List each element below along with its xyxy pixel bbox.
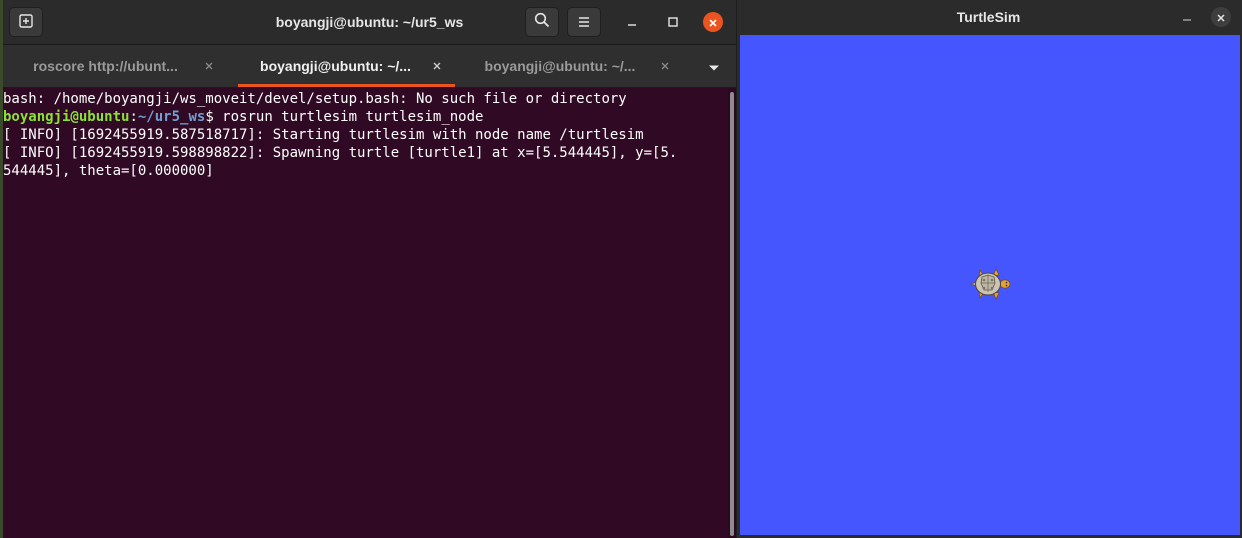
new-tab-button[interactable]: [9, 7, 43, 37]
search-icon: [534, 12, 550, 32]
maximize-icon: [667, 13, 679, 32]
terminal-output[interactable]: bash: /home/boyangji/ws_moveit/devel/set…: [3, 88, 728, 538]
minimize-icon: [1182, 8, 1192, 27]
turtlesim-minimize-button[interactable]: [1180, 10, 1194, 24]
menu-button[interactable]: [567, 7, 601, 37]
turtlesim-title: TurtleSim: [956, 9, 1021, 25]
terminal-scrollbar[interactable]: [728, 88, 736, 538]
terminal-header-bar: boyangji@ubuntu: ~/ur5_ws: [3, 0, 736, 45]
turtle-sprite: [966, 261, 1012, 307]
command-text: rosrun turtlesim turtlesim_node: [222, 109, 484, 125]
info-line: [ INFO] [1692455919.598898822]: Spawning…: [3, 145, 678, 161]
turtlesim-header-bar: TurtleSim: [737, 0, 1240, 34]
new-tab-icon: [19, 13, 33, 32]
chevron-down-icon: [708, 57, 720, 76]
search-button[interactable]: [525, 7, 559, 37]
prompt-line: boyangji@ubuntu:~/ur5_ws$ rosrun turtles…: [3, 108, 728, 126]
prompt-user: boyangji@ubuntu: [3, 109, 130, 125]
error-line: bash: /home/boyangji/ws_moveit/devel/set…: [3, 91, 627, 107]
tab-list-dropdown[interactable]: [706, 60, 722, 72]
info-line-wrap: 544445], theta=[0.000000]: [3, 163, 214, 179]
tab-close-icon[interactable]: [657, 58, 673, 74]
turtlesim-canvas[interactable]: [740, 35, 1240, 535]
terminal-title: boyangji@ubuntu: ~/ur5_ws: [275, 14, 464, 30]
close-icon: [1216, 8, 1226, 27]
tab-close-icon[interactable]: [201, 58, 217, 74]
tab-ur5-ws-active[interactable]: boyangji@ubuntu: ~/...: [238, 45, 455, 87]
hamburger-menu-icon: [577, 13, 591, 32]
turtlesim-window: TurtleSim: [737, 0, 1240, 538]
tab-label: boyangji@ubuntu: ~/...: [484, 58, 636, 74]
tab-third[interactable]: boyangji@ubuntu: ~/...: [455, 45, 685, 87]
terminal-tab-bar: roscore http://ubunt... boyangji@ubuntu:…: [3, 45, 736, 88]
turtlesim-close-button[interactable]: [1211, 7, 1231, 27]
tab-close-icon[interactable]: [429, 58, 445, 74]
info-line: [ INFO] [1692455919.587518717]: Starting…: [3, 127, 644, 143]
close-icon: [708, 13, 718, 32]
minimize-icon: [626, 13, 638, 32]
prompt-colon: :: [129, 109, 138, 125]
close-button[interactable]: [703, 12, 723, 32]
prompt-symbol: $: [205, 109, 223, 125]
terminal-window: boyangji@ubuntu: ~/ur5_ws roscore http:/…: [3, 0, 736, 538]
scrollbar-thumb[interactable]: [730, 92, 734, 536]
turtle-icon: [970, 268, 1011, 300]
tab-label: roscore http://ubunt...: [33, 58, 178, 74]
maximize-button[interactable]: [663, 12, 683, 32]
tab-label: boyangji@ubuntu: ~/...: [260, 58, 411, 74]
active-tab-indicator: [238, 84, 455, 87]
minimize-button[interactable]: [622, 12, 642, 32]
tab-roscore[interactable]: roscore http://ubunt...: [3, 45, 238, 87]
prompt-path: ~/ur5_ws: [137, 109, 206, 125]
